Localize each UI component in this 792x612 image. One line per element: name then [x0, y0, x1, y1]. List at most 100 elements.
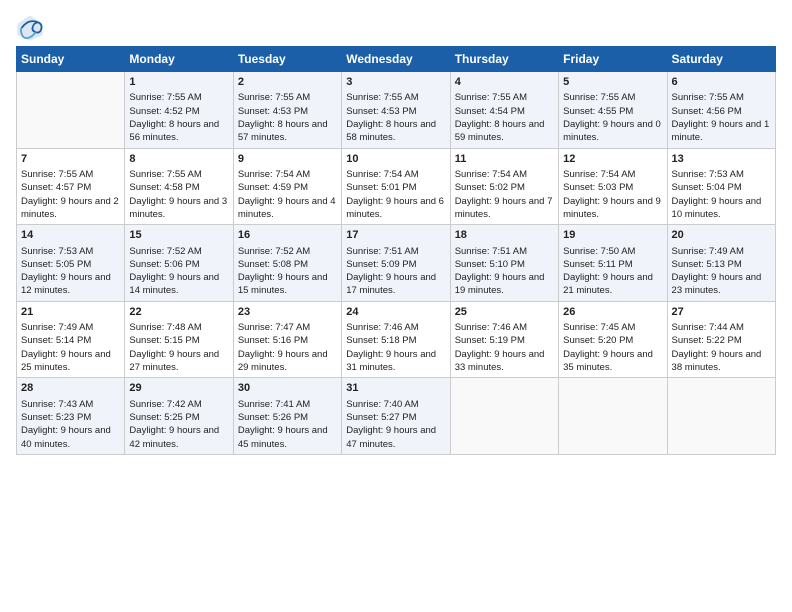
- calendar-cell: 14Sunrise: 7:53 AMSunset: 5:05 PMDayligh…: [17, 225, 125, 302]
- calendar-cell: 29Sunrise: 7:42 AMSunset: 5:25 PMDayligh…: [125, 378, 233, 455]
- sunrise-text: Sunrise: 7:51 AM: [455, 246, 527, 257]
- logo: [16, 14, 48, 42]
- day-number: 7: [21, 152, 120, 167]
- calendar-row: 28Sunrise: 7:43 AMSunset: 5:23 PMDayligh…: [17, 378, 776, 455]
- day-number: 21: [21, 305, 120, 320]
- sunrise-text: Sunrise: 7:54 AM: [563, 169, 635, 180]
- day-number: 20: [672, 228, 771, 243]
- day-number: 1: [129, 75, 228, 90]
- sunrise-text: Sunrise: 7:47 AM: [238, 322, 310, 333]
- daylight-text: Daylight: 8 hours and 56 minutes.: [129, 119, 219, 143]
- day-number: 17: [346, 228, 445, 243]
- day-number: 24: [346, 305, 445, 320]
- sunrise-text: Sunrise: 7:40 AM: [346, 399, 418, 410]
- day-number: 6: [672, 75, 771, 90]
- sunrise-text: Sunrise: 7:53 AM: [672, 169, 744, 180]
- daylight-text: Daylight: 9 hours and 12 minutes.: [21, 272, 111, 296]
- daylight-text: Daylight: 9 hours and 29 minutes.: [238, 349, 328, 373]
- daylight-text: Daylight: 9 hours and 33 minutes.: [455, 349, 545, 373]
- daylight-text: Daylight: 9 hours and 15 minutes.: [238, 272, 328, 296]
- sunset-text: Sunset: 5:27 PM: [346, 412, 416, 423]
- day-number: 8: [129, 152, 228, 167]
- calendar-cell: 10Sunrise: 7:54 AMSunset: 5:01 PMDayligh…: [342, 148, 450, 225]
- daylight-text: Daylight: 9 hours and 10 minutes.: [672, 196, 762, 220]
- sunrise-text: Sunrise: 7:46 AM: [346, 322, 418, 333]
- sunrise-text: Sunrise: 7:55 AM: [455, 92, 527, 103]
- sunset-text: Sunset: 4:57 PM: [21, 182, 91, 193]
- calendar-cell: 4Sunrise: 7:55 AMSunset: 4:54 PMDaylight…: [450, 72, 558, 149]
- day-number: 15: [129, 228, 228, 243]
- daylight-text: Daylight: 9 hours and 45 minutes.: [238, 425, 328, 449]
- sunrise-text: Sunrise: 7:55 AM: [563, 92, 635, 103]
- calendar-cell: 16Sunrise: 7:52 AMSunset: 5:08 PMDayligh…: [233, 225, 341, 302]
- sunset-text: Sunset: 5:18 PM: [346, 335, 416, 346]
- header-cell-tuesday: Tuesday: [233, 47, 341, 72]
- calendar-cell: 24 Sunrise: 7:46 AM Sunset: 5:18 PM Dayligh…: [342, 301, 450, 378]
- calendar-cell: 5Sunrise: 7:55 AMSunset: 4:55 PMDaylight…: [559, 72, 667, 149]
- sunrise-text: Sunrise: 7:55 AM: [129, 92, 201, 103]
- daylight-text: Daylight: 8 hours and 58 minutes.: [346, 119, 436, 143]
- sunset-text: Sunset: 5:16 PM: [238, 335, 308, 346]
- calendar-cell: 7Sunrise: 7:55 AMSunset: 4:57 PMDaylight…: [17, 148, 125, 225]
- sunset-text: Sunset: 5:09 PM: [346, 259, 416, 270]
- sunset-text: Sunset: 5:19 PM: [455, 335, 525, 346]
- sunrise-text: Sunrise: 7:44 AM: [672, 322, 744, 333]
- day-number: 14: [21, 228, 120, 243]
- calendar-table: SundayMondayTuesdayWednesdayThursdayFrid…: [16, 46, 776, 455]
- calendar-row: 21Sunrise: 7:49 AMSunset: 5:14 PMDayligh…: [17, 301, 776, 378]
- sunrise-text: Sunrise: 7:54 AM: [238, 169, 310, 180]
- sunrise-text: Sunrise: 7:55 AM: [238, 92, 310, 103]
- daylight-text: Daylight: 9 hours and 47 minutes.: [346, 425, 436, 449]
- header-cell-saturday: Saturday: [667, 47, 775, 72]
- calendar-cell: 28Sunrise: 7:43 AMSunset: 5:23 PMDayligh…: [17, 378, 125, 455]
- calendar-cell: 19Sunrise: 7:50 AMSunset: 5:11 PMDayligh…: [559, 225, 667, 302]
- day-number: 22: [129, 305, 228, 320]
- sunset-text: Sunset: 4:58 PM: [129, 182, 199, 193]
- day-number: 19: [563, 228, 662, 243]
- daylight-text: Daylight: 9 hours and 23 minutes.: [672, 272, 762, 296]
- daylight-text: Daylight: 9 hours and 25 minutes.: [21, 349, 111, 373]
- sunset-text: Sunset: 5:02 PM: [455, 182, 525, 193]
- header: [16, 10, 776, 42]
- daylight-text: Daylight: 9 hours and 7 minutes.: [455, 196, 553, 220]
- daylight-text: Daylight: 9 hours and 27 minutes.: [129, 349, 219, 373]
- calendar-cell: 9Sunrise: 7:54 AMSunset: 4:59 PMDaylight…: [233, 148, 341, 225]
- calendar-cell: 21Sunrise: 7:49 AMSunset: 5:14 PMDayligh…: [17, 301, 125, 378]
- daylight-text: Daylight: 9 hours and 3 minutes.: [129, 196, 227, 220]
- calendar-cell: 30Sunrise: 7:41 AMSunset: 5:26 PMDayligh…: [233, 378, 341, 455]
- calendar-cell: 12Sunrise: 7:54 AMSunset: 5:03 PMDayligh…: [559, 148, 667, 225]
- day-number: 26: [563, 305, 662, 320]
- sunset-text: Sunset: 5:15 PM: [129, 335, 199, 346]
- day-number: 4: [455, 75, 554, 90]
- daylight-text: Daylight: 9 hours and 42 minutes.: [129, 425, 219, 449]
- calendar-header-row: SundayMondayTuesdayWednesdayThursdayFrid…: [17, 47, 776, 72]
- sunset-text: Sunset: 5:04 PM: [672, 182, 742, 193]
- sunset-text: Sunset: 4:56 PM: [672, 106, 742, 117]
- sunrise-text: Sunrise: 7:49 AM: [672, 246, 744, 257]
- sunset-text: Sunset: 5:22 PM: [672, 335, 742, 346]
- header-cell-thursday: Thursday: [450, 47, 558, 72]
- calendar-cell: 2Sunrise: 7:55 AMSunset: 4:53 PMDaylight…: [233, 72, 341, 149]
- calendar-cell: 11Sunrise: 7:54 AMSunset: 5:02 PMDayligh…: [450, 148, 558, 225]
- calendar-cell: [17, 72, 125, 149]
- sunrise-text: Sunrise: 7:49 AM: [21, 322, 93, 333]
- day-number: 11: [455, 152, 554, 167]
- day-number: 10: [346, 152, 445, 167]
- daylight-text: Daylight: 8 hours and 57 minutes.: [238, 119, 328, 143]
- daylight-text: Daylight: 9 hours and 2 minutes.: [21, 196, 119, 220]
- day-number: 31: [346, 381, 445, 396]
- sunrise-text: Sunrise: 7:55 AM: [672, 92, 744, 103]
- sunset-text: Sunset: 5:23 PM: [21, 412, 91, 423]
- calendar-cell: [559, 378, 667, 455]
- daylight-text: Daylight: 9 hours and 31 minutes.: [346, 349, 436, 373]
- sunrise-text: Sunrise: 7:55 AM: [129, 169, 201, 180]
- sunrise-text: Sunrise: 7:43 AM: [21, 399, 93, 410]
- sunrise-text: Sunrise: 7:55 AM: [346, 92, 418, 103]
- day-number: 16: [238, 228, 337, 243]
- sunset-text: Sunset: 5:03 PM: [563, 182, 633, 193]
- sunrise-text: Sunrise: 7:46 AM: [455, 322, 527, 333]
- sunrise-text: Sunrise: 7:54 AM: [346, 169, 418, 180]
- calendar-cell: 31 Sunrise: 7:40 AM Sunset: 5:27 PM Dayligh…: [342, 378, 450, 455]
- sunset-text: Sunset: 5:05 PM: [21, 259, 91, 270]
- sunset-text: Sunset: 4:52 PM: [129, 106, 199, 117]
